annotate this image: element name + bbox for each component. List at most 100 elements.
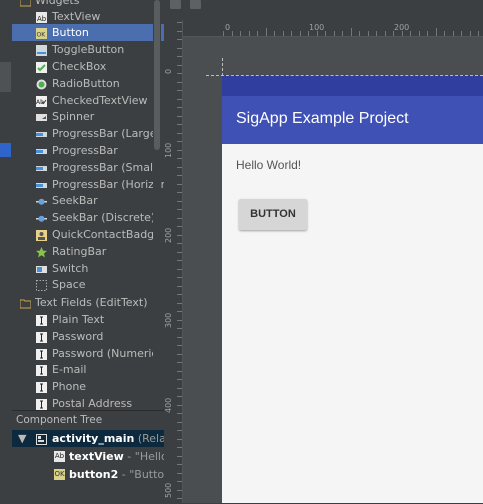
edittext-icon: [36, 331, 47, 343]
ruler-tick: [177, 175, 182, 176]
palette-item[interactable]: ToggleButton: [12, 41, 164, 58]
ruler-tick: [177, 39, 182, 40]
palette-item-label: SeekBar: [52, 194, 98, 208]
ruler-tick: [223, 31, 224, 36]
palette-item[interactable]: Space: [12, 276, 164, 293]
device-preview[interactable]: SigApp Example Project Hello World! BUTT…: [222, 75, 483, 503]
tree-node-button[interactable]: OK button2 - "Butto: [12, 466, 164, 483]
palette-item-label: Password: [52, 329, 104, 343]
palette-item[interactable]: ProgressBar (Horizont: [12, 176, 164, 193]
ruler-tick: [177, 396, 182, 397]
palette-item[interactable]: RatingBar: [12, 243, 164, 260]
hello-textview[interactable]: Hello World!: [236, 158, 301, 172]
ruler-tick: [177, 98, 182, 100]
palette-item[interactable]: ProgressBar (Large): [12, 125, 164, 142]
tree-node-root[interactable]: ▼ activity_main (Relat: [12, 430, 164, 447]
palette-category-text-fields[interactable]: Text Fields (EditText): [12, 294, 164, 311]
ruler-tick: [177, 217, 182, 219]
tree-node-name: activity_main: [52, 432, 135, 445]
ruler-tick: [350, 28, 352, 36]
ruler-tick: [177, 149, 182, 151]
ruler-tick: [177, 294, 182, 295]
palette-item[interactable]: SeekBar: [12, 192, 164, 209]
preview-button[interactable]: BUTTON: [239, 199, 307, 230]
expand-arrow-icon[interactable]: ▼: [18, 430, 26, 447]
ruler-tick: [367, 31, 369, 36]
palette-item[interactable]: Ab TextView: [12, 8, 164, 25]
palette-item-label: E-mail: [52, 363, 87, 377]
palette-item-label: Phone: [52, 380, 87, 394]
ruler-tick: [177, 192, 182, 193]
strip-tab-active[interactable]: [0, 143, 11, 157]
palette-item[interactable]: Ab CheckedTextView: [12, 92, 164, 109]
palette-item-label: SeekBar (Discrete): [52, 211, 156, 225]
palette-item-label: Switch: [52, 261, 89, 275]
app-title: SigApp Example Project: [236, 110, 409, 127]
togglebutton-icon: [36, 44, 47, 57]
app-bar: SigApp Example Project: [222, 96, 483, 144]
palette-item[interactable]: SeekBar (Discrete): [12, 209, 164, 226]
palette-item[interactable]: Switch: [12, 260, 164, 277]
strip-tab[interactable]: [0, 62, 11, 92]
ruler-tick: [177, 226, 182, 227]
ruler-tick: [177, 64, 182, 66]
ratingbar-icon: [36, 246, 47, 258]
device-icon[interactable]: [170, 0, 181, 9]
palette-item[interactable]: ProgressBar: [12, 142, 164, 159]
ruler-tick: [177, 438, 182, 440]
palette-scrollbar[interactable]: [153, 0, 161, 410]
ruler-label: 100: [164, 142, 173, 158]
palette-item[interactable]: Plain Text: [12, 311, 164, 328]
switch-icon: [36, 263, 47, 274]
checkedtextview-icon: Ab: [36, 95, 47, 107]
palette-item[interactable]: RadioButton: [12, 75, 164, 92]
palette-item[interactable]: QuickContactBadge: [12, 226, 164, 243]
ruler-tick: [325, 31, 326, 36]
radiobutton-icon: [36, 78, 47, 90]
progressbar-icon: [36, 179, 47, 190]
ruler-vertical: 0 100 200 300 400 500: [164, 20, 183, 503]
component-tree-panel: Component Tree ▼ activity_main (Relat Ab…: [12, 410, 164, 504]
ruler-tick: [435, 28, 437, 36]
palette-item[interactable]: Password (Numeric): [12, 345, 164, 362]
ruler-tick: [177, 319, 182, 321]
layout-guide-horizontal: [206, 75, 483, 76]
orientation-icon[interactable]: [190, 0, 201, 9]
ruler-tick: [177, 124, 182, 125]
palette-item[interactable]: Spinner: [12, 108, 164, 125]
ruler-label: 300: [164, 312, 173, 328]
tree-node-textview[interactable]: Ab textView - "Hello: [12, 448, 164, 465]
palette-item[interactable]: Password: [12, 328, 164, 345]
ruler-tick: [469, 31, 471, 36]
quickcontactbadge-icon: [36, 229, 47, 241]
palette-item-label: Postal Address: [52, 397, 133, 410]
folder-icon: [19, 0, 32, 7]
tree-node-name: textView: [69, 450, 124, 463]
palette-item[interactable]: E-mail: [12, 361, 164, 378]
palette-item[interactable]: CheckBox: [12, 58, 164, 75]
palette-item-label: Space: [52, 278, 86, 292]
button-icon: OK: [36, 27, 47, 40]
palette-scrollbar-thumb[interactable]: [154, 0, 160, 150]
ruler-tick: [342, 31, 343, 36]
textview-icon: Ab: [54, 451, 65, 462]
ruler-label: 0: [225, 23, 231, 32]
ruler-tick: [444, 31, 445, 36]
palette-item[interactable]: ProgressBar (Small): [12, 159, 164, 176]
progressbar-icon: [36, 145, 47, 156]
palette-item[interactable]: Postal Address: [12, 395, 164, 410]
palette-item[interactable]: Phone: [12, 378, 164, 395]
ruler-tick: [177, 362, 182, 363]
ruler-tick: [177, 430, 182, 431]
ruler-tick: [177, 132, 182, 134]
svg-text:OK: OK: [37, 32, 47, 39]
ruler-tick: [177, 302, 182, 304]
ruler-tick: [384, 31, 386, 36]
progressbar-icon: [36, 162, 47, 173]
palette-item-label: ProgressBar: [52, 143, 118, 157]
palette-item-label: ToggleButton: [52, 43, 125, 57]
ruler-tick: [177, 447, 182, 448]
palette-item[interactable]: OK Button: [12, 24, 164, 42]
ruler-tick: [177, 311, 182, 312]
textview-icon: Ab: [36, 11, 47, 23]
